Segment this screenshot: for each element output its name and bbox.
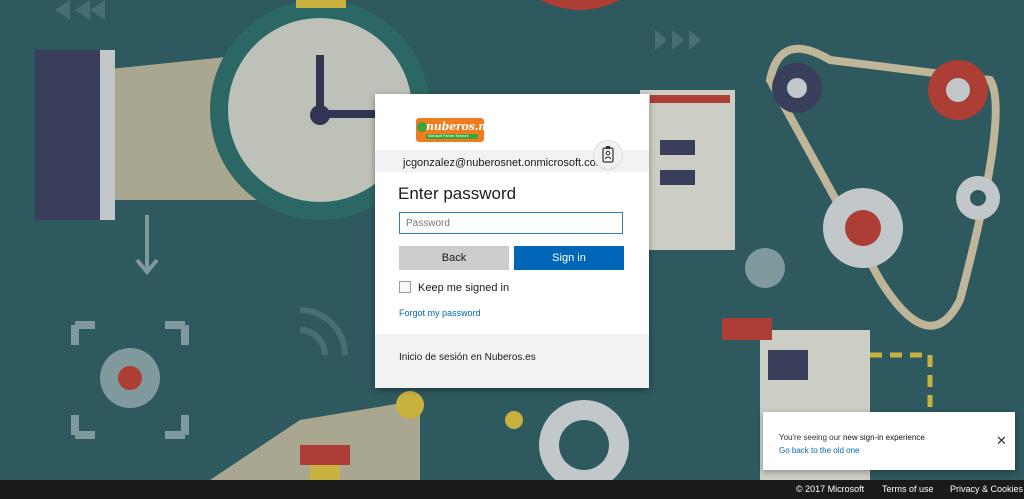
toast-message: You're seeing our new sign-in experience: [779, 433, 925, 442]
logo-text: nuberos.net: [426, 120, 498, 133]
org-text: Inicio de sesión en Nuberos.es: [399, 352, 536, 363]
footer-bar: © 2017 Microsoft Terms of use Privacy & …: [0, 480, 1024, 499]
sign-in-button[interactable]: Sign in: [514, 246, 624, 270]
forgot-password-link[interactable]: Forgot my password: [399, 308, 481, 318]
page-title: Enter password: [398, 184, 517, 203]
toast-message-emphasis: new sign-in experience: [842, 433, 925, 442]
id-badge-icon: [602, 146, 614, 163]
copyright-text: © 2017 Microsoft: [796, 484, 865, 494]
experience-toast: You're seeing our new sign-in experience…: [763, 412, 1015, 470]
badge-icon: [593, 140, 623, 170]
keep-signed-in-label[interactable]: Keep me signed in: [418, 282, 509, 294]
back-button[interactable]: Back: [399, 246, 509, 270]
privacy-link[interactable]: Privacy & Cookies: [950, 484, 1023, 494]
password-input[interactable]: [399, 212, 623, 234]
close-icon[interactable]: ✕: [996, 434, 1007, 447]
nuberos-logo: nuberos.net Microsoft Partner Network: [416, 118, 498, 142]
account-email[interactable]: jcgonzalez@nuberosnet.onmicrosoft.com: [403, 157, 605, 169]
terms-link[interactable]: Terms of use: [882, 484, 934, 494]
logo-subtitle: Microsoft Partner Network: [428, 134, 469, 138]
old-experience-link[interactable]: Go back to the old one: [779, 446, 860, 455]
toast-message-prefix: You're seeing our: [779, 433, 843, 442]
keep-signed-in-checkbox[interactable]: [399, 281, 411, 293]
signin-card: nuberos.net Microsoft Partner Network jc…: [375, 94, 649, 388]
